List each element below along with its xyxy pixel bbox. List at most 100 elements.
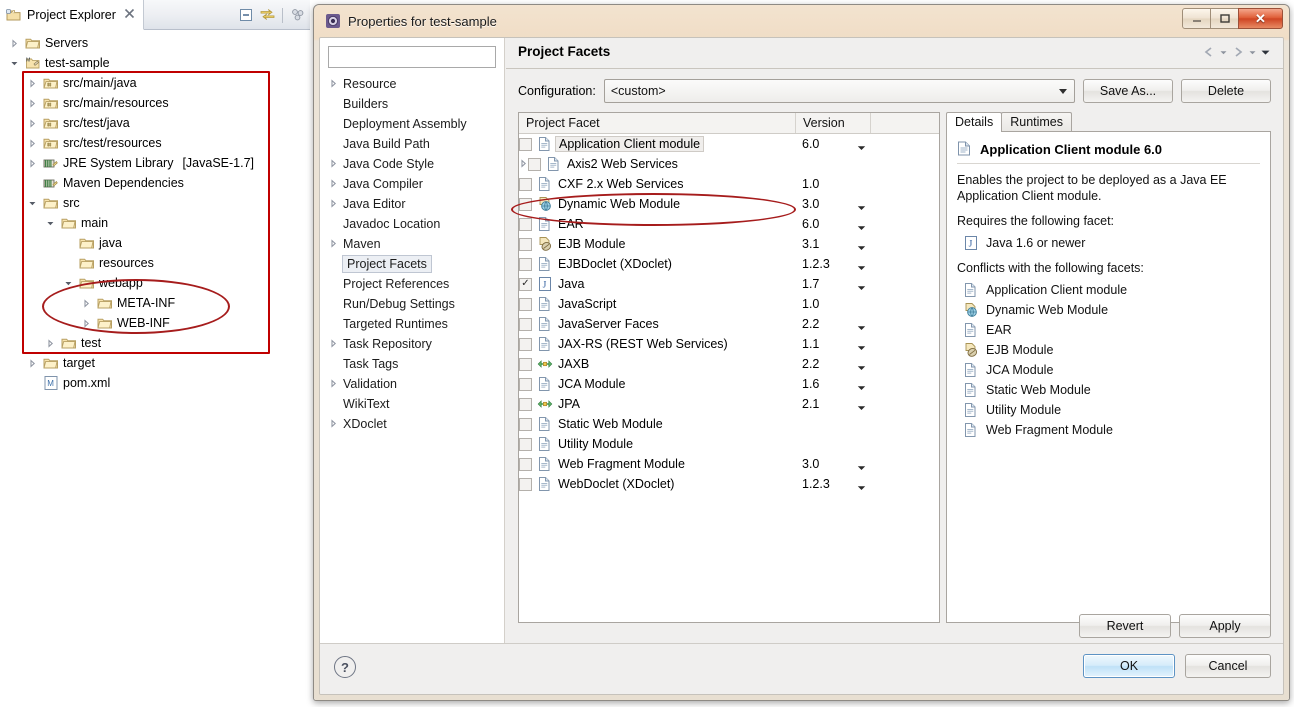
tree-item-src-test-java[interactable]: src/test/java <box>0 113 310 133</box>
nav-item-resource[interactable]: Resource <box>322 74 504 94</box>
version-dropdown-icon[interactable] <box>857 341 866 355</box>
facet-row[interactable]: JPA <box>519 394 939 414</box>
chevron-down-icon[interactable] <box>62 277 75 290</box>
facet-checkbox[interactable] <box>519 178 532 191</box>
tree-item-pom-xml[interactable]: Mpom.xml <box>0 373 310 393</box>
chevron-right-icon[interactable] <box>26 117 39 130</box>
chevron-down-icon[interactable] <box>8 57 21 70</box>
cancel-button[interactable]: Cancel <box>1185 654 1271 678</box>
forward-dropdown-icon[interactable] <box>1248 48 1257 60</box>
facet-row[interactable]: EJBDoclet (XDoclet) <box>519 254 939 274</box>
nav-item-wikitext[interactable]: WikiText <box>322 394 504 414</box>
version-dropdown-icon[interactable] <box>857 141 866 155</box>
chevron-right-icon[interactable] <box>519 157 528 171</box>
version-dropdown-icon[interactable] <box>857 261 866 275</box>
tree-item-test-sample[interactable]: Mtest-sample <box>0 53 310 73</box>
nav-item-builders[interactable]: Builders <box>322 94 504 114</box>
facet-checkbox[interactable] <box>519 378 532 391</box>
version-dropdown-icon[interactable] <box>857 481 866 495</box>
version-dropdown-icon[interactable] <box>857 401 866 415</box>
facet-row[interactable]: Dynamic Web Module <box>519 194 939 214</box>
facet-checkbox[interactable] <box>519 358 532 371</box>
facet-row[interactable]: WebDoclet (XDoclet) <box>519 474 939 494</box>
nav-item-maven[interactable]: Maven <box>322 234 504 254</box>
facet-checkbox[interactable] <box>519 198 532 211</box>
chevron-right-icon[interactable] <box>26 157 39 170</box>
facet-checkbox[interactable] <box>519 418 532 431</box>
nav-item-targeted-runtimes[interactable]: Targeted Runtimes <box>322 314 504 334</box>
facet-checkbox[interactable] <box>519 438 532 451</box>
facet-checkbox[interactable] <box>519 458 532 471</box>
delete-button[interactable]: Delete <box>1181 79 1271 103</box>
version-dropdown-icon[interactable] <box>857 221 866 235</box>
tab-runtimes[interactable]: Runtimes <box>1001 112 1072 132</box>
apply-button[interactable]: Apply <box>1179 614 1271 638</box>
chevron-right-icon[interactable] <box>326 339 340 350</box>
nav-item-project-facets[interactable]: Project Facets <box>322 254 504 274</box>
nav-item-java-editor[interactable]: Java Editor <box>322 194 504 214</box>
facet-checkbox[interactable] <box>519 318 532 331</box>
tree-item-meta-inf[interactable]: META-INF <box>0 293 310 313</box>
version-dropdown-icon[interactable] <box>857 361 866 375</box>
tree-item-src-test-resources[interactable]: src/test/resources <box>0 133 310 153</box>
facet-checkbox[interactable] <box>528 158 541 171</box>
version-dropdown-icon[interactable] <box>857 201 866 215</box>
chevron-right-icon[interactable] <box>326 159 340 170</box>
version-dropdown-icon[interactable] <box>857 281 866 295</box>
chevron-down-icon[interactable] <box>26 197 39 210</box>
back-icon[interactable] <box>1202 46 1216 61</box>
tree-item-java[interactable]: java <box>0 233 310 253</box>
facet-row[interactable]: JavaServer Faces <box>519 314 939 334</box>
tab-project-explorer[interactable]: Project Explorer <box>0 0 144 30</box>
facet-row[interactable]: ✓JJava <box>519 274 939 294</box>
dialog-titlebar[interactable]: Properties for test-sample ✕ <box>319 5 1284 37</box>
facet-checkbox[interactable] <box>519 338 532 351</box>
chevron-right-icon[interactable] <box>326 379 340 390</box>
facet-row[interactable]: JAX-RS (REST Web Services) <box>519 334 939 354</box>
version-dropdown-icon[interactable] <box>857 461 866 475</box>
facet-checkbox[interactable] <box>519 218 532 231</box>
chevron-right-icon[interactable] <box>26 77 39 90</box>
nav-item-xdoclet[interactable]: XDoclet <box>322 414 504 434</box>
facet-row[interactable]: EAR <box>519 214 939 234</box>
chevron-right-icon[interactable] <box>326 79 340 90</box>
tree-item-web-inf[interactable]: WEB-INF <box>0 313 310 333</box>
forward-icon[interactable] <box>1231 46 1245 61</box>
chevron-right-icon[interactable] <box>326 239 340 250</box>
chevron-right-icon[interactable] <box>44 337 57 350</box>
back-dropdown-icon[interactable] <box>1219 48 1228 60</box>
ok-button[interactable]: OK <box>1083 654 1175 678</box>
version-dropdown-icon[interactable] <box>857 381 866 395</box>
chevron-right-icon[interactable] <box>8 37 21 50</box>
tree-item-webapp[interactable]: webapp <box>0 273 310 293</box>
nav-item-java-compiler[interactable]: Java Compiler <box>322 174 504 194</box>
chevron-right-icon[interactable] <box>326 199 340 210</box>
project-tree[interactable]: ServersMtest-samplesrc/main/javasrc/main… <box>0 30 310 707</box>
nav-filter-input[interactable] <box>328 46 496 68</box>
nav-item-task-repository[interactable]: Task Repository <box>322 334 504 354</box>
settings-nav-list[interactable]: ResourceBuildersDeployment Assembly Java … <box>320 74 504 434</box>
facet-row[interactable]: CXF 2.x Web Services <box>519 174 939 194</box>
nav-item-task-tags[interactable]: Task Tags <box>322 354 504 374</box>
tree-item-test[interactable]: test <box>0 333 310 353</box>
column-header-facet[interactable]: Project Facet <box>519 113 796 133</box>
tree-item-main[interactable]: main <box>0 213 310 233</box>
tree-item-resources[interactable]: resources <box>0 253 310 273</box>
facet-row[interactable]: Static Web Module <box>519 414 939 434</box>
chevron-right-icon[interactable] <box>80 317 93 330</box>
facet-row[interactable]: JAXB <box>519 354 939 374</box>
help-icon[interactable]: ? <box>334 656 356 678</box>
nav-item-javadoc-location[interactable]: Javadoc Location <box>322 214 504 234</box>
nav-item-validation[interactable]: Validation <box>322 374 504 394</box>
column-header-extra[interactable] <box>871 113 939 133</box>
facet-checkbox[interactable] <box>519 478 532 491</box>
tab-details[interactable]: Details <box>946 112 1002 132</box>
tree-item-src-main-resources[interactable]: src/main/resources <box>0 93 310 113</box>
facet-row[interactable]: Application Client module <box>519 134 939 154</box>
page-menu-icon[interactable] <box>1260 48 1271 60</box>
nav-item-deployment-assembly[interactable]: Deployment Assembly <box>322 114 504 134</box>
facet-row[interactable]: JavaScript <box>519 294 939 314</box>
tree-item-src-main-java[interactable]: src/main/java <box>0 73 310 93</box>
chevron-right-icon[interactable] <box>26 137 39 150</box>
facet-checkbox[interactable] <box>519 138 532 151</box>
